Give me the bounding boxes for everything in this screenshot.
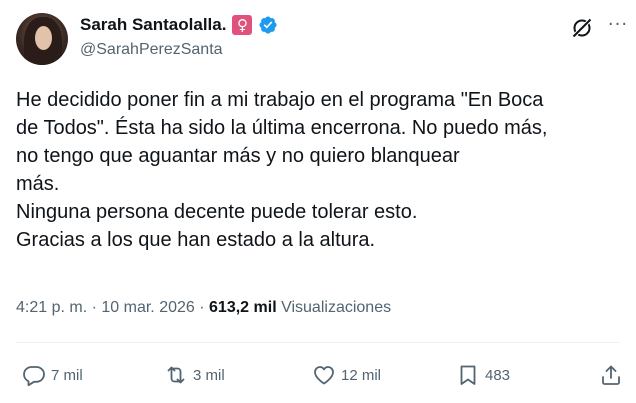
- meta-separator: ·: [91, 299, 97, 316]
- tweet-text-line: Gracias a los que han estado a la altura…: [16, 229, 376, 251]
- avatar[interactable]: [16, 13, 68, 65]
- more-icon[interactable]: ···: [607, 14, 629, 38]
- heart-icon: [314, 366, 334, 385]
- divider: [16, 342, 620, 343]
- tweet-text: He decidido poner fin a mi trabajo en el…: [16, 86, 626, 254]
- like-button[interactable]: 12 mil: [312, 362, 381, 388]
- repost-icon: [167, 366, 185, 384]
- bookmark-button[interactable]: 483: [456, 362, 510, 388]
- author-name-row: Sarah Santaolalla. ♀: [80, 14, 278, 36]
- tweet-date[interactable]: 10 mar. 2026: [101, 299, 194, 316]
- author-display-name[interactable]: Sarah Santaolalla.: [80, 15, 226, 35]
- bookmark-icon: [460, 365, 476, 385]
- tweet-text-line: He decidido poner fin a mi trabajo en el…: [16, 89, 544, 111]
- tweet-text-line: Ninguna persona decente puede tolerar es…: [16, 201, 418, 223]
- verified-badge-icon[interactable]: [258, 15, 278, 35]
- reply-count: 7 mil: [51, 366, 83, 384]
- avatar-face: [35, 26, 52, 50]
- share-button[interactable]: [599, 362, 623, 388]
- tweet-text-line: de Todos". Ésta ha sido la última encerr…: [16, 117, 548, 139]
- reply-icon: [23, 366, 45, 387]
- share-icon: [602, 365, 620, 385]
- repost-button[interactable]: 3 mil: [164, 362, 225, 388]
- author-handle[interactable]: @SarahPerezSanta: [80, 41, 223, 59]
- repost-count: 3 mil: [193, 366, 225, 384]
- bookmark-count: 483: [485, 366, 511, 384]
- views-count: 613,2 mil: [209, 299, 277, 316]
- tweet-card: Sarah Santaolalla. ♀ @SarahPerezSanta ··…: [0, 0, 636, 403]
- tweet-text-line: más.: [16, 173, 60, 195]
- views-label: Visualizaciones: [281, 299, 392, 316]
- like-count: 12 mil: [341, 366, 382, 384]
- grok-icon[interactable]: [570, 16, 594, 40]
- reply-button[interactable]: 7 mil: [22, 362, 83, 388]
- meta-separator: ·: [199, 299, 205, 316]
- tweet-meta: 4:21 p. m. · 10 mar. 2026 · 613,2 mil Vi…: [16, 299, 391, 321]
- tweet-time[interactable]: 4:21 p. m.: [16, 299, 87, 316]
- female-sign-emoji: ♀: [232, 15, 253, 35]
- tweet-text-line: no tengo que aguantar más y no quiero bl…: [16, 145, 460, 167]
